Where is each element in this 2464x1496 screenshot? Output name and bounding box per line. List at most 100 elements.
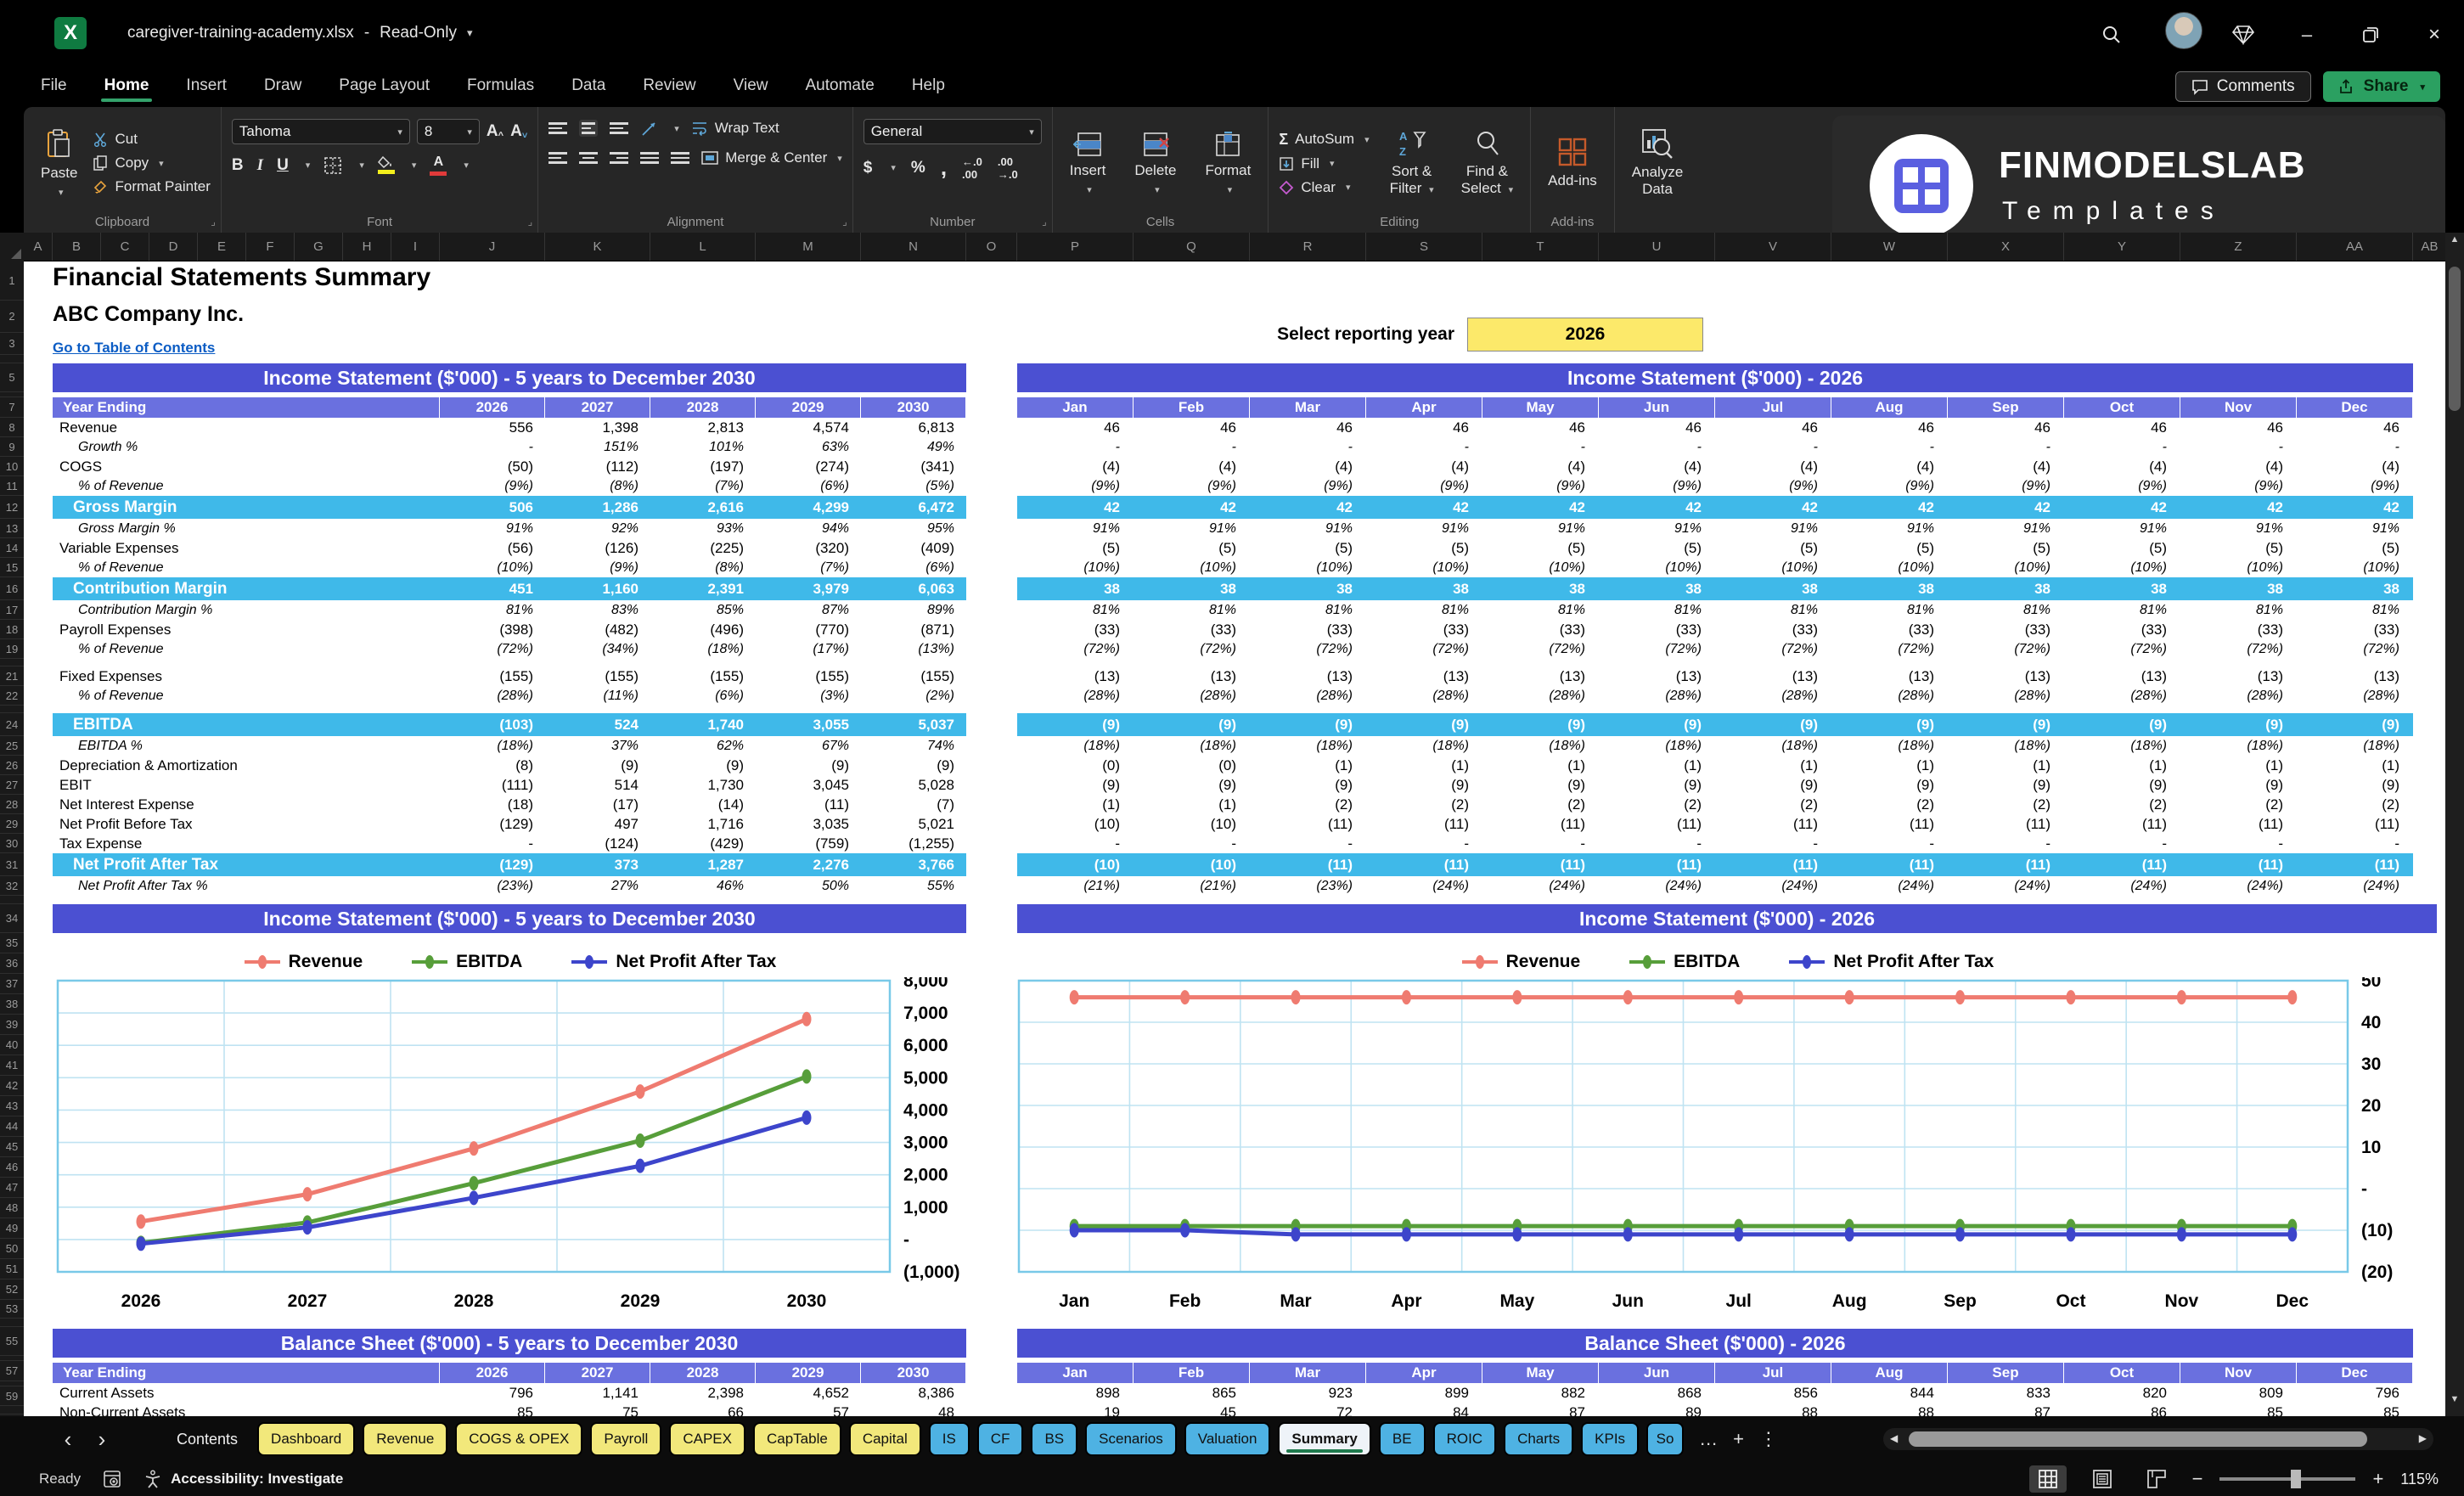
cell-value[interactable]: (13) (1366, 666, 1482, 686)
more-sheets-icon[interactable]: … (1699, 1428, 1718, 1450)
cell-value[interactable]: (11) (1366, 853, 1482, 876)
cell-value[interactable]: (11%) (545, 686, 650, 706)
cell-value[interactable]: 3,979 (756, 577, 861, 600)
cell-value[interactable]: (1) (1250, 756, 1366, 775)
row-header-14[interactable]: 14 (0, 538, 24, 558)
cell-value[interactable]: (155) (545, 666, 650, 686)
zoom-out-button[interactable]: − (2192, 1468, 2203, 1490)
cell-value[interactable]: (18%) (2297, 736, 2413, 756)
cell-value[interactable]: (10%) (1134, 558, 1250, 577)
cell-value[interactable]: (2) (1482, 795, 1599, 814)
cell-value[interactable]: 88 (1715, 1403, 1831, 1417)
sheet-tab-capital[interactable]: Capital (848, 1422, 921, 1456)
prev-sheet-icon[interactable]: ‹ (51, 1426, 85, 1453)
cell-value[interactable]: (9) (2180, 713, 2297, 736)
cell-value[interactable]: 42 (1482, 496, 1599, 519)
cell-value[interactable]: 46 (2180, 418, 2297, 437)
cell-value[interactable]: (155) (756, 666, 861, 686)
cell-value[interactable]: (72%) (1831, 639, 1948, 659)
row-header-36[interactable]: 36 (0, 953, 24, 974)
row-header-46[interactable]: 46 (0, 1157, 24, 1178)
row-label[interactable]: Growth % (53, 437, 440, 457)
cell-value[interactable]: 46 (1715, 418, 1831, 437)
cell-value[interactable]: (9) (1599, 775, 1715, 795)
row-label[interactable]: Current Assets (53, 1383, 440, 1403)
horizontal-scrollbar[interactable]: ◀ ▶ (1883, 1428, 2433, 1450)
cell-value[interactable]: 2,391 (650, 577, 756, 600)
column-header-q[interactable]: Q (1134, 233, 1250, 261)
cell-value[interactable]: - (1366, 437, 1482, 457)
cell-value[interactable]: (50) (440, 457, 545, 476)
cell-value[interactable]: 46 (1366, 418, 1482, 437)
row-header-12[interactable]: 12 (0, 496, 24, 519)
cell-value[interactable]: 42 (1017, 496, 1134, 519)
cell-value[interactable]: 91% (1134, 519, 1250, 538)
cell-value[interactable]: (2) (1366, 795, 1482, 814)
cell-value[interactable]: (11) (1831, 853, 1948, 876)
cell-value[interactable]: 42 (1831, 496, 1948, 519)
cell-value[interactable]: (103) (440, 713, 545, 736)
cell-value[interactable]: (7%) (756, 558, 861, 577)
cell-value[interactable]: 3,766 (861, 853, 966, 876)
cell-value[interactable]: (72%) (1017, 639, 1134, 659)
copy-button[interactable]: Copy ▾ (93, 155, 210, 172)
row-header-15[interactable]: 15 (0, 558, 24, 577)
font-family-select[interactable]: Tahoma ▾ (231, 119, 410, 144)
cell-value[interactable]: (9) (1366, 775, 1482, 795)
row-header-13[interactable]: 13 (0, 519, 24, 538)
cell-value[interactable]: 151% (545, 437, 650, 457)
cell-value[interactable]: (1) (1948, 756, 2064, 775)
row-label[interactable]: Net Profit Before Tax (53, 814, 440, 834)
cell-value[interactable]: (28%) (1134, 686, 1250, 706)
cell-value[interactable]: (197) (650, 457, 756, 476)
column-header-s[interactable]: S (1366, 233, 1482, 261)
cell-value[interactable]: (10%) (2297, 558, 2413, 577)
cell-value[interactable]: (13) (2064, 666, 2180, 686)
row-label[interactable]: Tax Expense (53, 834, 440, 853)
cell-value[interactable]: (124) (545, 834, 650, 853)
cell-value[interactable]: (5) (1250, 538, 1366, 558)
col-header-dec[interactable]: Dec (2297, 397, 2413, 418)
row-label[interactable]: Contribution Margin (53, 577, 440, 600)
cell-value[interactable]: (11) (2180, 814, 2297, 834)
cell-value[interactable]: (10) (1134, 853, 1250, 876)
cell-value[interactable]: (4) (1831, 457, 1948, 476)
cell-value[interactable]: (129) (440, 853, 545, 876)
cell-value[interactable]: (10%) (2180, 558, 2297, 577)
cell-value[interactable]: (5) (1134, 538, 1250, 558)
cell-value[interactable]: (9) (2064, 713, 2180, 736)
bold-button[interactable]: B (232, 156, 244, 175)
row-header-44[interactable]: 44 (0, 1116, 24, 1137)
row-header-33[interactable] (0, 896, 24, 904)
cell-value[interactable]: (1) (1599, 756, 1715, 775)
row-header-50[interactable]: 50 (0, 1239, 24, 1259)
col-header-2030[interactable]: 2030 (861, 1363, 966, 1383)
cell-value[interactable]: (9) (1482, 713, 1599, 736)
cell-value[interactable]: (9) (861, 756, 966, 775)
cell-value[interactable]: - (2064, 437, 2180, 457)
cell-value[interactable]: (9%) (1482, 476, 1599, 496)
cell-value[interactable]: (9) (1366, 713, 1482, 736)
col-header-nov[interactable]: Nov (2180, 1363, 2297, 1383)
col-header-mar[interactable]: Mar (1250, 1363, 1366, 1383)
cell-value[interactable]: (274) (756, 457, 861, 476)
decrease-indent-icon[interactable] (640, 152, 660, 164)
cell-value[interactable]: (23%) (1250, 876, 1366, 896)
orientation-icon[interactable] (640, 119, 659, 138)
cell-value[interactable]: (2) (2297, 795, 2413, 814)
cell-value[interactable]: (24%) (1599, 876, 1715, 896)
italic-button[interactable]: I (257, 156, 263, 175)
row-label[interactable]: % of Revenue (53, 558, 440, 577)
cell-value[interactable]: (6%) (756, 476, 861, 496)
cell-value[interactable]: 91% (1715, 519, 1831, 538)
column-header-c[interactable]: C (101, 233, 149, 261)
font-color-button[interactable]: A (430, 155, 447, 176)
cell-value[interactable]: 86 (2064, 1403, 2180, 1417)
cell-value[interactable]: (10%) (1017, 558, 1134, 577)
document-title[interactable]: caregiver-training-academy.xlsx - Read-O… (127, 20, 473, 46)
cell-value[interactable]: 49% (861, 437, 966, 457)
cell-value[interactable]: 95% (861, 519, 966, 538)
cell-value[interactable]: (28%) (1715, 686, 1831, 706)
cell-value[interactable]: 2,276 (756, 853, 861, 876)
cell-value[interactable]: (72%) (1366, 639, 1482, 659)
